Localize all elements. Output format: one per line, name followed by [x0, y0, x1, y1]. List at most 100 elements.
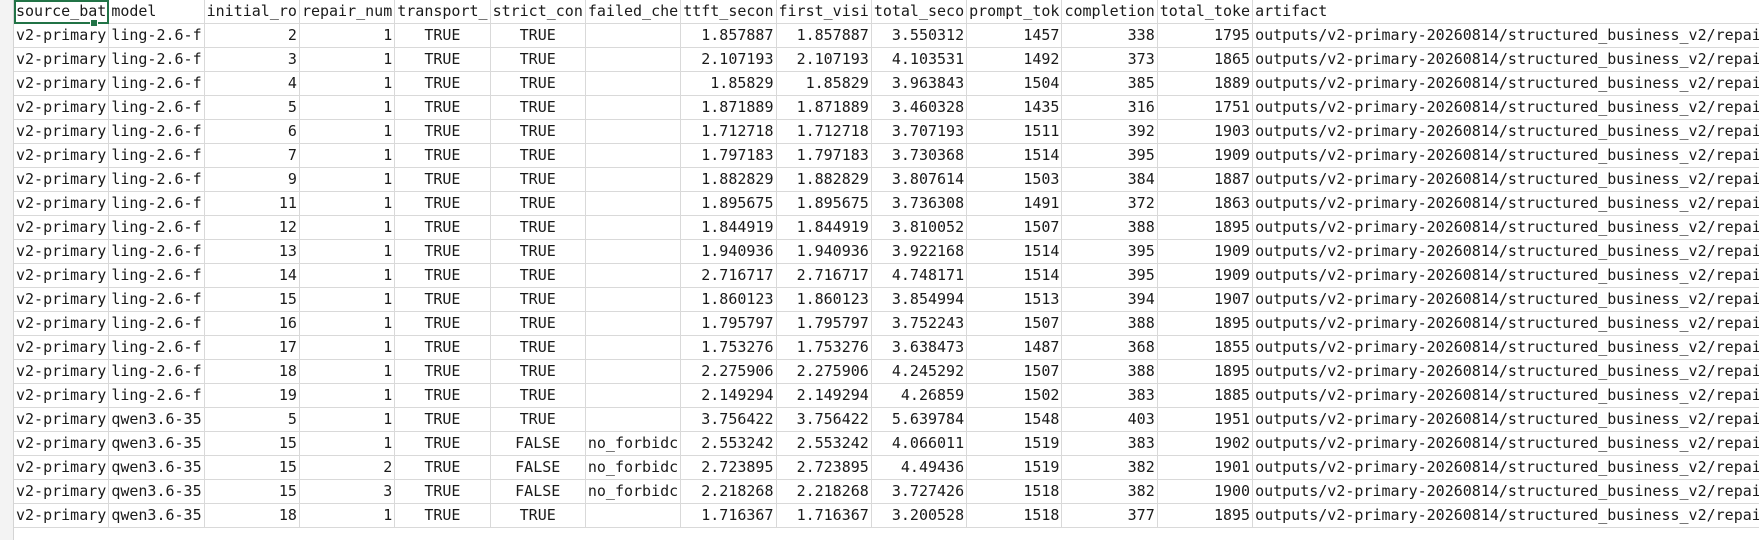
row-number-marker[interactable]	[0, 437, 12, 461]
cell-model[interactable]: ling-2.6-f	[108, 191, 205, 216]
cell-total_tokens[interactable]: 1902	[1157, 431, 1254, 456]
cell-prompt_tokens[interactable]: 1514	[966, 263, 1063, 288]
cell-strict_conf[interactable]: TRUE	[490, 239, 586, 264]
cell-total_tokens[interactable]: 1909	[1157, 143, 1254, 168]
cell-repair_num[interactable]: 1	[299, 431, 396, 456]
cell-first_visible[interactable]: 2.716717	[776, 263, 872, 288]
cell-failed_check[interactable]	[585, 503, 682, 528]
cell-first_visible[interactable]: 1.857887	[776, 23, 872, 48]
row-number-marker[interactable]	[0, 414, 12, 438]
row-number-marker[interactable]	[0, 138, 12, 162]
cell-total_seconds[interactable]: 4.066011	[871, 431, 968, 456]
cell-repair_num[interactable]: 1	[299, 167, 396, 192]
cell-source_batch[interactable]: v2-primary	[14, 215, 110, 240]
cell-repair_num[interactable]: 1	[299, 215, 396, 240]
cell-completion[interactable]: 395	[1061, 263, 1158, 288]
cell-strict_conf[interactable]: FALSE	[490, 479, 586, 504]
row-number-marker[interactable]	[0, 46, 12, 70]
cell-completion[interactable]: 394	[1061, 287, 1158, 312]
cell-prompt_tokens[interactable]: 1503	[966, 167, 1063, 192]
cell-repair_num[interactable]: 1	[299, 287, 396, 312]
cell-prompt_tokens[interactable]: 1504	[966, 71, 1063, 96]
cell-initial_round[interactable]: 12	[204, 215, 300, 240]
cell-completion[interactable]: 382	[1061, 479, 1158, 504]
cell-source_batch[interactable]: v2-primary	[14, 479, 110, 504]
cell-total_tokens[interactable]: 1901	[1157, 455, 1254, 480]
cell-initial_round[interactable]: 15	[204, 479, 300, 504]
cell-repair_num[interactable]: 1	[299, 335, 396, 360]
cell-failed_check[interactable]	[585, 239, 682, 264]
cell-prompt_tokens[interactable]: 1457	[966, 23, 1063, 48]
row-header-gutter[interactable]	[0, 0, 14, 540]
cell-repair_num[interactable]: 1	[299, 239, 396, 264]
cell-prompt_tokens[interactable]: 1548	[966, 407, 1063, 432]
cell-ttft_seconds[interactable]: 1.85829	[680, 71, 777, 96]
cell-transport[interactable]: TRUE	[394, 383, 491, 408]
cell-prompt_tokens[interactable]: 1507	[966, 359, 1063, 384]
column-header-cell[interactable]: total_seco	[871, 0, 968, 24]
cell-total_seconds[interactable]: 3.200528	[871, 503, 968, 528]
cell-initial_round[interactable]: 15	[204, 287, 300, 312]
cell-transport[interactable]: TRUE	[394, 215, 491, 240]
cell-first_visible[interactable]: 1.940936	[776, 239, 872, 264]
cell-completion[interactable]: 372	[1061, 191, 1158, 216]
cell-source_batch[interactable]: v2-primary	[14, 71, 110, 96]
row-number-marker[interactable]	[0, 460, 12, 484]
cell-artifact[interactable]: outputs/v2-primary-20260814/structured_b…	[1252, 191, 1759, 216]
cell-source_batch[interactable]: v2-primary	[14, 143, 110, 168]
column-header-cell[interactable]: transport_	[394, 0, 491, 24]
cell-source_batch[interactable]: v2-primary	[14, 383, 110, 408]
cell-total_seconds[interactable]: 4.26859	[871, 383, 968, 408]
cell-strict_conf[interactable]: TRUE	[490, 47, 586, 72]
cell-artifact[interactable]: outputs/v2-primary-20260814/structured_b…	[1252, 167, 1759, 192]
cell-artifact[interactable]: outputs/v2-primary-20260814/structured_b…	[1252, 95, 1759, 120]
cell-total_seconds[interactable]: 3.752243	[871, 311, 968, 336]
cell-failed_check[interactable]	[585, 119, 682, 144]
cell-failed_check[interactable]: no_forbidc	[585, 455, 682, 480]
cell-prompt_tokens[interactable]: 1435	[966, 95, 1063, 120]
cell-failed_check[interactable]	[585, 335, 682, 360]
cell-repair_num[interactable]: 1	[299, 407, 396, 432]
cell-completion[interactable]: 383	[1061, 431, 1158, 456]
cell-completion[interactable]: 373	[1061, 47, 1158, 72]
cell-source_batch[interactable]: v2-primary	[14, 263, 110, 288]
cell-ttft_seconds[interactable]: 1.940936	[680, 239, 777, 264]
cell-repair_num[interactable]: 1	[299, 23, 396, 48]
cell-completion[interactable]: 338	[1061, 23, 1158, 48]
cell-prompt_tokens[interactable]: 1518	[966, 503, 1063, 528]
row-number-marker[interactable]	[0, 0, 12, 24]
column-header-cell[interactable]: repair_num	[299, 0, 396, 24]
row-number-marker[interactable]	[0, 483, 12, 507]
row-number-marker[interactable]	[0, 322, 12, 346]
cell-failed_check[interactable]	[585, 71, 682, 96]
cell-total_tokens[interactable]: 1903	[1157, 119, 1254, 144]
cell-artifact[interactable]: outputs/v2-primary-20260814/structured_b…	[1252, 119, 1759, 144]
cell-total_tokens[interactable]: 1865	[1157, 47, 1254, 72]
cell-strict_conf[interactable]: TRUE	[490, 143, 586, 168]
cell-ttft_seconds[interactable]: 2.716717	[680, 263, 777, 288]
cell-ttft_seconds[interactable]: 1.712718	[680, 119, 777, 144]
cell-total_tokens[interactable]: 1895	[1157, 503, 1254, 528]
cell-ttft_seconds[interactable]: 2.218268	[680, 479, 777, 504]
cell-failed_check[interactable]	[585, 167, 682, 192]
cell-completion[interactable]: 377	[1061, 503, 1158, 528]
cell-failed_check[interactable]: no_forbidc	[585, 431, 682, 456]
cell-total_seconds[interactable]: 3.922168	[871, 239, 968, 264]
row-number-marker[interactable]	[0, 391, 12, 415]
cell-repair_num[interactable]: 1	[299, 263, 396, 288]
cell-artifact[interactable]: outputs/v2-primary-20260814/structured_b…	[1252, 479, 1759, 504]
cell-source_batch[interactable]: v2-primary	[14, 287, 110, 312]
row-number-marker[interactable]	[0, 207, 12, 231]
cell-artifact[interactable]: outputs/v2-primary-20260814/structured_b…	[1252, 455, 1759, 480]
cell-total_seconds[interactable]: 3.638473	[871, 335, 968, 360]
cell-ttft_seconds[interactable]: 2.149294	[680, 383, 777, 408]
cell-initial_round[interactable]: 16	[204, 311, 300, 336]
row-number-marker[interactable]	[0, 299, 12, 323]
cell-initial_round[interactable]: 5	[204, 407, 300, 432]
cell-transport[interactable]: TRUE	[394, 479, 491, 504]
cell-prompt_tokens[interactable]: 1514	[966, 239, 1063, 264]
column-header-cell[interactable]: initial_ro	[204, 0, 300, 24]
cell-transport[interactable]: TRUE	[394, 23, 491, 48]
cell-first_visible[interactable]: 3.756422	[776, 407, 872, 432]
cell-ttft_seconds[interactable]: 1.844919	[680, 215, 777, 240]
